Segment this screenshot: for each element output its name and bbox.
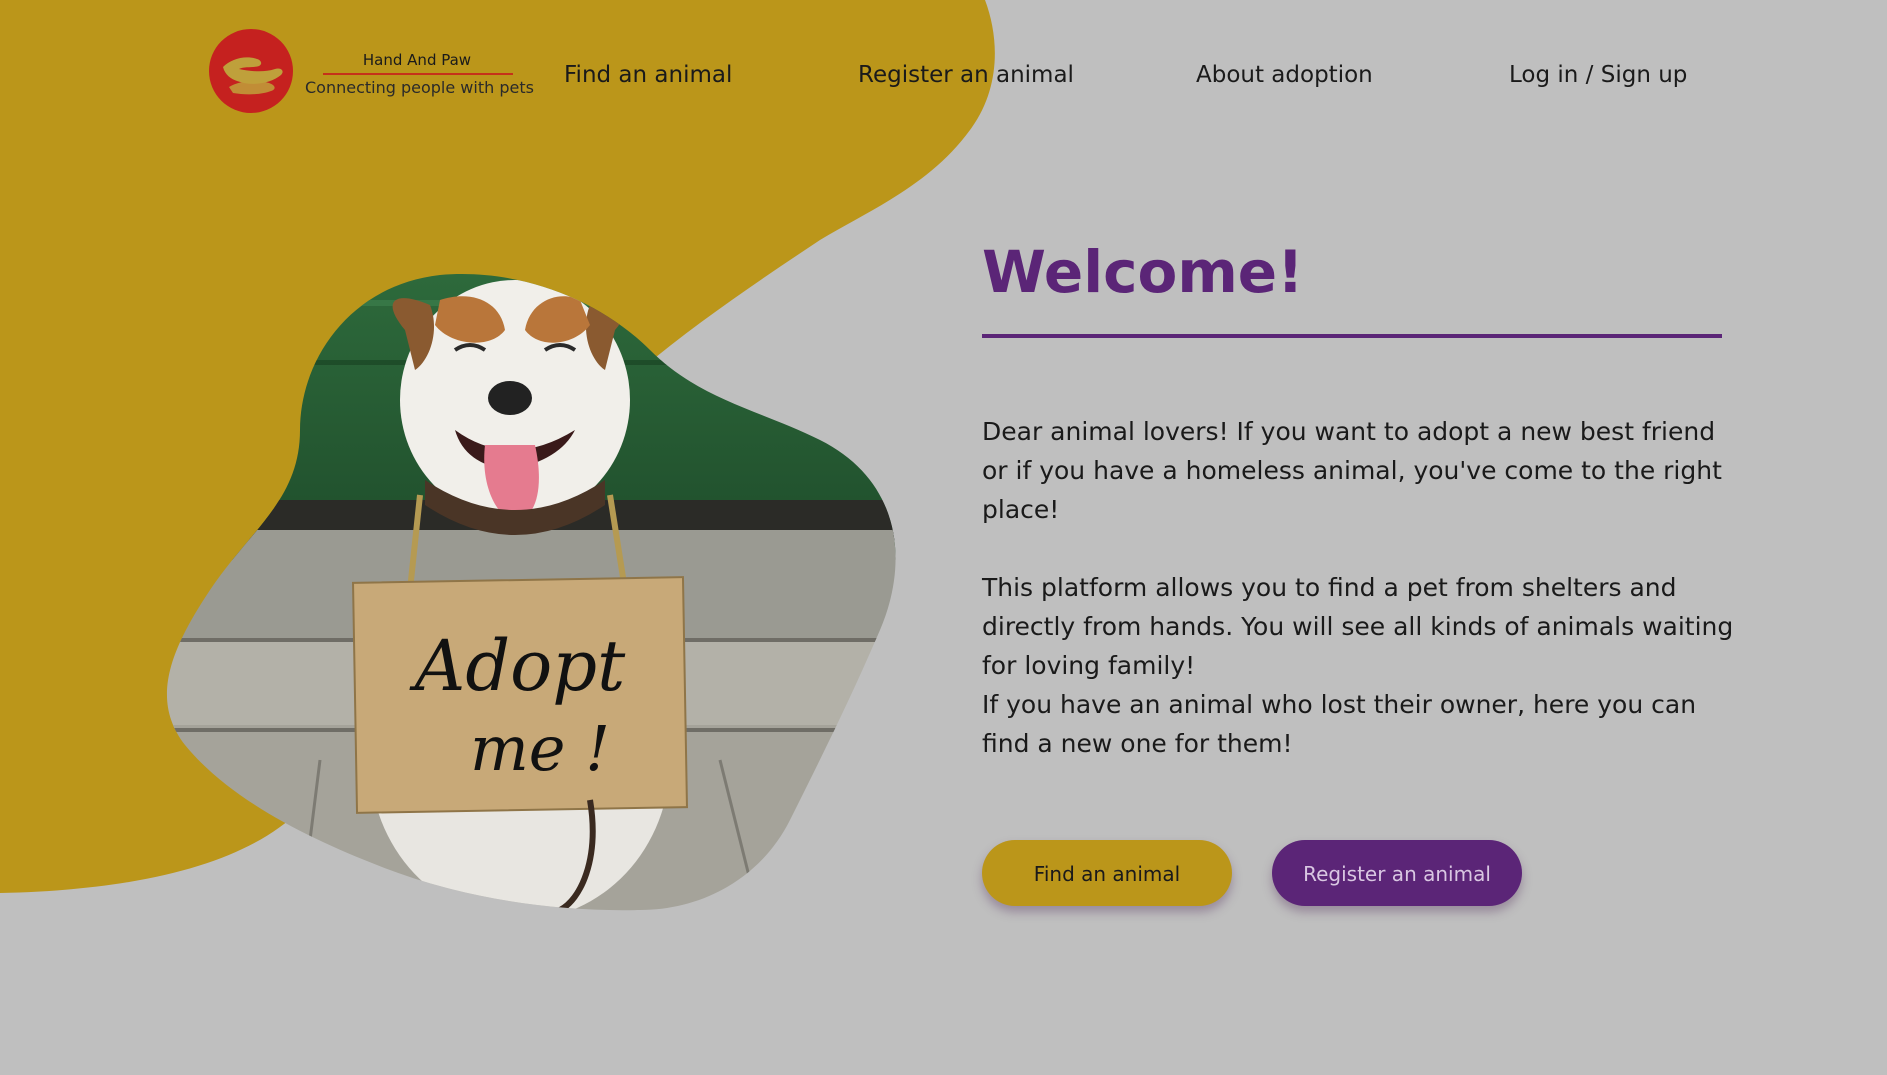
nav-login-signup[interactable]: Log in / Sign up	[1509, 62, 1687, 88]
title-divider	[982, 334, 1722, 338]
adopt-me-dog-image: Adopt me !	[166, 274, 896, 911]
platform-paragraph-line2: If you have an animal who lost their own…	[982, 690, 1697, 758]
nav-find-animal[interactable]: Find an animal	[564, 62, 732, 88]
intro-paragraph: Dear animal lovers! If you want to adopt…	[982, 417, 1722, 524]
site-header: Hand And Paw Connecting people with pets…	[0, 0, 1887, 150]
page-title: Welcome!	[982, 238, 1304, 306]
nav-register-animal[interactable]: Register an animal	[858, 62, 1074, 88]
brand-divider	[323, 73, 513, 75]
sign-text-line1: Adopt	[409, 625, 626, 707]
find-animal-button[interactable]: Find an animal	[982, 840, 1232, 906]
platform-paragraph: This platform allows you to find a pet f…	[982, 568, 1742, 763]
hand-and-paw-logo-icon[interactable]	[209, 29, 293, 113]
platform-paragraph-line1: This platform allows you to find a pet f…	[982, 573, 1734, 680]
brand-name: Hand And Paw	[362, 51, 472, 69]
sign-text-line2: me !	[470, 712, 610, 785]
register-animal-button[interactable]: Register an animal	[1272, 840, 1522, 906]
nav-about-adoption[interactable]: About adoption	[1196, 62, 1373, 88]
brand-tagline: Connecting people with pets	[305, 78, 534, 97]
